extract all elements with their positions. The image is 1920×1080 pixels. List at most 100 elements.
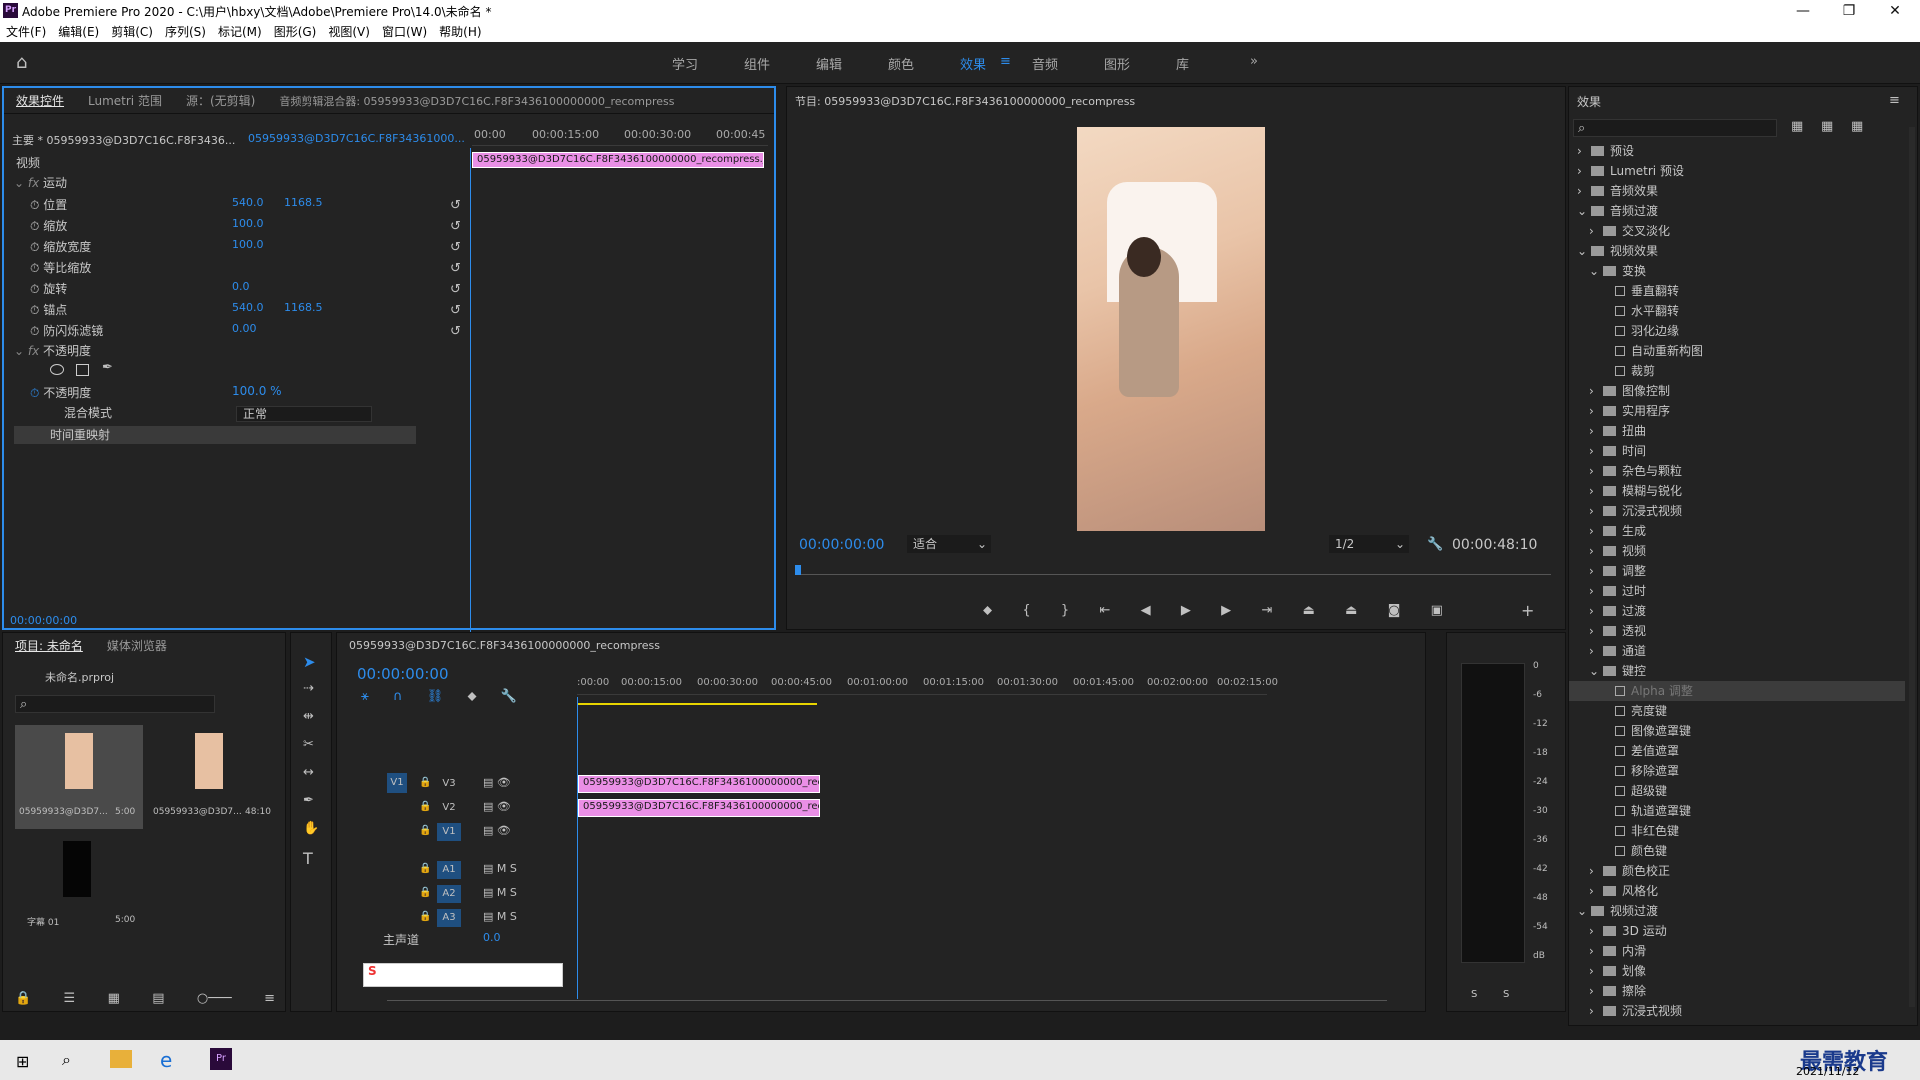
- freeform-view-icon[interactable]: ▤: [152, 991, 164, 1006]
- expand-chevron-icon[interactable]: ›: [1577, 181, 1591, 201]
- icon-view-icon[interactable]: ▦: [108, 991, 120, 1006]
- effect-folder[interactable]: › 视频: [1569, 541, 1905, 561]
- workspace-menu-icon[interactable]: ≡: [1000, 54, 1011, 69]
- property-value[interactable]: 540.0: [232, 196, 264, 217]
- track-lock-icon[interactable]: 🔒: [419, 825, 431, 836]
- property-value[interactable]: 0.0: [232, 280, 250, 301]
- expand-chevron-icon[interactable]: ›: [1589, 381, 1603, 401]
- ellipse-mask-icon[interactable]: [50, 364, 64, 375]
- effect-item[interactable]: 颜色键: [1569, 841, 1905, 861]
- reset-icon[interactable]: ↺: [450, 219, 461, 234]
- expand-chevron-icon[interactable]: ›: [1589, 861, 1603, 881]
- rectangle-mask-icon[interactable]: [76, 364, 89, 376]
- effect-item[interactable]: 非红色键: [1569, 821, 1905, 841]
- tab-media-browser[interactable]: 媒体浏览器: [95, 633, 179, 659]
- sort-icon[interactable]: ≡: [264, 991, 275, 1006]
- accelerated-effects-icon[interactable]: ▦: [1791, 119, 1803, 134]
- lock-icon[interactable]: 🔒: [15, 991, 31, 1006]
- expand-chevron-icon[interactable]: ⌄: [1577, 201, 1591, 221]
- stopwatch-icon[interactable]: ⏱: [30, 261, 43, 275]
- compare-icon[interactable]: ▣: [1431, 603, 1443, 618]
- solo-right[interactable]: S: [1503, 989, 1509, 1010]
- stopwatch-icon[interactable]: ⏱: [30, 282, 43, 296]
- effect-folder[interactable]: › 过渡: [1569, 601, 1905, 621]
- timeline-ruler[interactable]: :00:00 00:00:15:00 00:00:30:00 00:00:45:…: [577, 677, 1278, 695]
- effect-folder[interactable]: › 透视: [1569, 621, 1905, 641]
- effect-folder[interactable]: ⌄ 音频过渡: [1569, 201, 1905, 221]
- sequence-tab[interactable]: 05959933@D3D7C16C.F8F3436100000000_recom…: [349, 639, 660, 660]
- workspace-graphics[interactable]: 图形: [1104, 54, 1130, 73]
- track-label[interactable]: A2: [437, 885, 461, 903]
- expand-chevron-icon[interactable]: ›: [1589, 881, 1603, 901]
- effect-folder[interactable]: › 通道: [1569, 641, 1905, 661]
- expand-chevron-icon[interactable]: ›: [1589, 641, 1603, 661]
- fit-dropdown[interactable]: 适合 ⌄: [907, 535, 991, 553]
- minimize-button[interactable]: —: [1780, 0, 1826, 22]
- expand-chevron-icon[interactable]: ›: [1589, 401, 1603, 421]
- track-mute-solo[interactable]: ▤ M S: [483, 886, 517, 899]
- track-visibility-icon[interactable]: ▤ 👁: [483, 824, 511, 837]
- reset-icon[interactable]: ↺: [450, 303, 461, 318]
- track-lock-icon[interactable]: 🔒: [419, 887, 431, 898]
- opacity-value[interactable]: 100.0 %: [232, 384, 282, 405]
- list-view-icon[interactable]: ☰: [64, 991, 76, 1006]
- premiere-taskbar-icon[interactable]: Pr: [210, 1048, 232, 1070]
- effect-folder[interactable]: ⌄ 视频效果: [1569, 241, 1905, 261]
- menu-marker[interactable]: 标记(M): [212, 22, 268, 42]
- effect-folder[interactable]: › 调整: [1569, 561, 1905, 581]
- property-value[interactable]: 100.0: [232, 217, 264, 238]
- track-lock-icon[interactable]: 🔒: [419, 801, 431, 812]
- effect-folder[interactable]: › 时间: [1569, 441, 1905, 461]
- menu-window[interactable]: 窗口(W): [376, 22, 433, 42]
- effect-folder[interactable]: › 内滑: [1569, 941, 1905, 961]
- property-value[interactable]: 0.00: [232, 322, 257, 343]
- effect-folder[interactable]: › 生成: [1569, 521, 1905, 541]
- maximize-button[interactable]: ❐: [1826, 0, 1872, 22]
- reset-icon[interactable]: ↺: [450, 261, 461, 276]
- expand-chevron-icon[interactable]: ›: [1589, 441, 1603, 461]
- menu-view[interactable]: 视图(V): [322, 22, 376, 42]
- track-label[interactable]: A1: [437, 861, 461, 879]
- slip-tool-icon[interactable]: ↔: [303, 765, 314, 780]
- effect-folder[interactable]: › 擦除: [1569, 981, 1905, 1001]
- property-value[interactable]: 1168.5: [284, 196, 323, 217]
- expand-chevron-icon[interactable]: ›: [1577, 141, 1591, 161]
- expand-chevron-icon[interactable]: ›: [1589, 461, 1603, 481]
- program-timecode[interactable]: 00:00:00:00: [799, 537, 884, 558]
- tab-effect-controls[interactable]: 效果控件: [4, 88, 76, 114]
- go-to-in-icon[interactable]: ⇤: [1099, 603, 1110, 618]
- effect-folder[interactable]: › 过时: [1569, 581, 1905, 601]
- workspace-editing[interactable]: 编辑: [816, 54, 842, 73]
- button-editor-icon[interactable]: +: [1521, 601, 1534, 620]
- menu-clip[interactable]: 剪辑(C): [105, 22, 159, 42]
- source-patch-v1[interactable]: V1: [387, 773, 407, 793]
- add-marker-icon[interactable]: ⬥: [983, 603, 992, 618]
- effect-folder[interactable]: › Lumetri 预设: [1569, 161, 1905, 181]
- timeline-hscroll[interactable]: [387, 993, 1387, 1001]
- program-playhead[interactable]: [795, 565, 801, 575]
- selection-tool-icon[interactable]: ➤: [303, 653, 316, 671]
- expand-chevron-icon[interactable]: ›: [1589, 941, 1603, 961]
- property-value[interactable]: 100.0: [232, 238, 264, 259]
- track-lock-icon[interactable]: 🔒: [419, 911, 431, 922]
- effect-item[interactable]: Alpha 调整: [1569, 681, 1905, 701]
- workspace-effects[interactable]: 效果: [960, 54, 986, 73]
- home-icon[interactable]: ⌂: [16, 52, 27, 73]
- effect-folder[interactable]: › 风格化: [1569, 881, 1905, 901]
- track-label[interactable]: A3: [437, 909, 461, 927]
- menu-sequence[interactable]: 序列(S): [159, 22, 212, 42]
- pen-tool-icon[interactable]: ✒: [303, 793, 314, 808]
- expand-chevron-icon[interactable]: ›: [1589, 621, 1603, 641]
- edge-icon[interactable]: e: [160, 1048, 172, 1072]
- effect-item[interactable]: 裁剪: [1569, 361, 1905, 381]
- nest-icon[interactable]: ⚹: [361, 689, 369, 704]
- tab-lumetri-scopes[interactable]: Lumetri 范围: [76, 88, 174, 114]
- play-icon[interactable]: ▶: [1181, 603, 1191, 618]
- wrench-icon[interactable]: 🔧: [1427, 537, 1443, 552]
- close-button[interactable]: ✕: [1872, 0, 1918, 22]
- file-explorer-icon[interactable]: [110, 1050, 132, 1068]
- workspace-libraries[interactable]: 库: [1176, 54, 1189, 73]
- expand-chevron-icon[interactable]: ›: [1589, 221, 1603, 241]
- stopwatch-icon[interactable]: ⏱: [30, 198, 43, 212]
- project-item-3[interactable]: 字幕 01 5:00: [15, 833, 143, 937]
